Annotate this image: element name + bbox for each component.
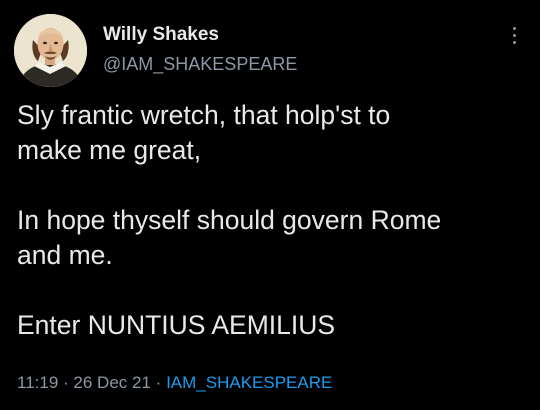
tweet-metadata: 11:19 · 26 Dec 21 · IAM_SHAKESPEARE <box>17 373 332 393</box>
more-vertical-icon-dot <box>512 41 516 44</box>
author-display-name[interactable]: Willy Shakes <box>103 24 297 46</box>
author-info: Willy Shakes @IAM_SHAKESPEARE <box>103 24 297 75</box>
author-handle[interactable]: @IAM_SHAKESPEARE <box>103 53 297 75</box>
tweet-time[interactable]: 11:19 <box>17 373 58 392</box>
author-avatar[interactable] <box>14 14 87 87</box>
meta-separator: · <box>63 373 69 392</box>
meta-separator: · <box>155 373 162 392</box>
more-vertical-icon-dot <box>512 34 516 37</box>
tweet-source-link[interactable]: IAM_SHAKESPEARE <box>166 373 332 392</box>
tweet-card: Willy Shakes @IAM_SHAKESPEARE Sly franti… <box>0 0 540 410</box>
more-vertical-icon-dot <box>512 27 516 30</box>
shakespeare-portrait-icon <box>14 14 87 87</box>
more-options-button[interactable] <box>502 24 526 50</box>
tweet-date[interactable]: 26 Dec 21 <box>73 373 151 392</box>
tweet-text: Sly frantic wretch, that holp'st to make… <box>17 100 442 340</box>
